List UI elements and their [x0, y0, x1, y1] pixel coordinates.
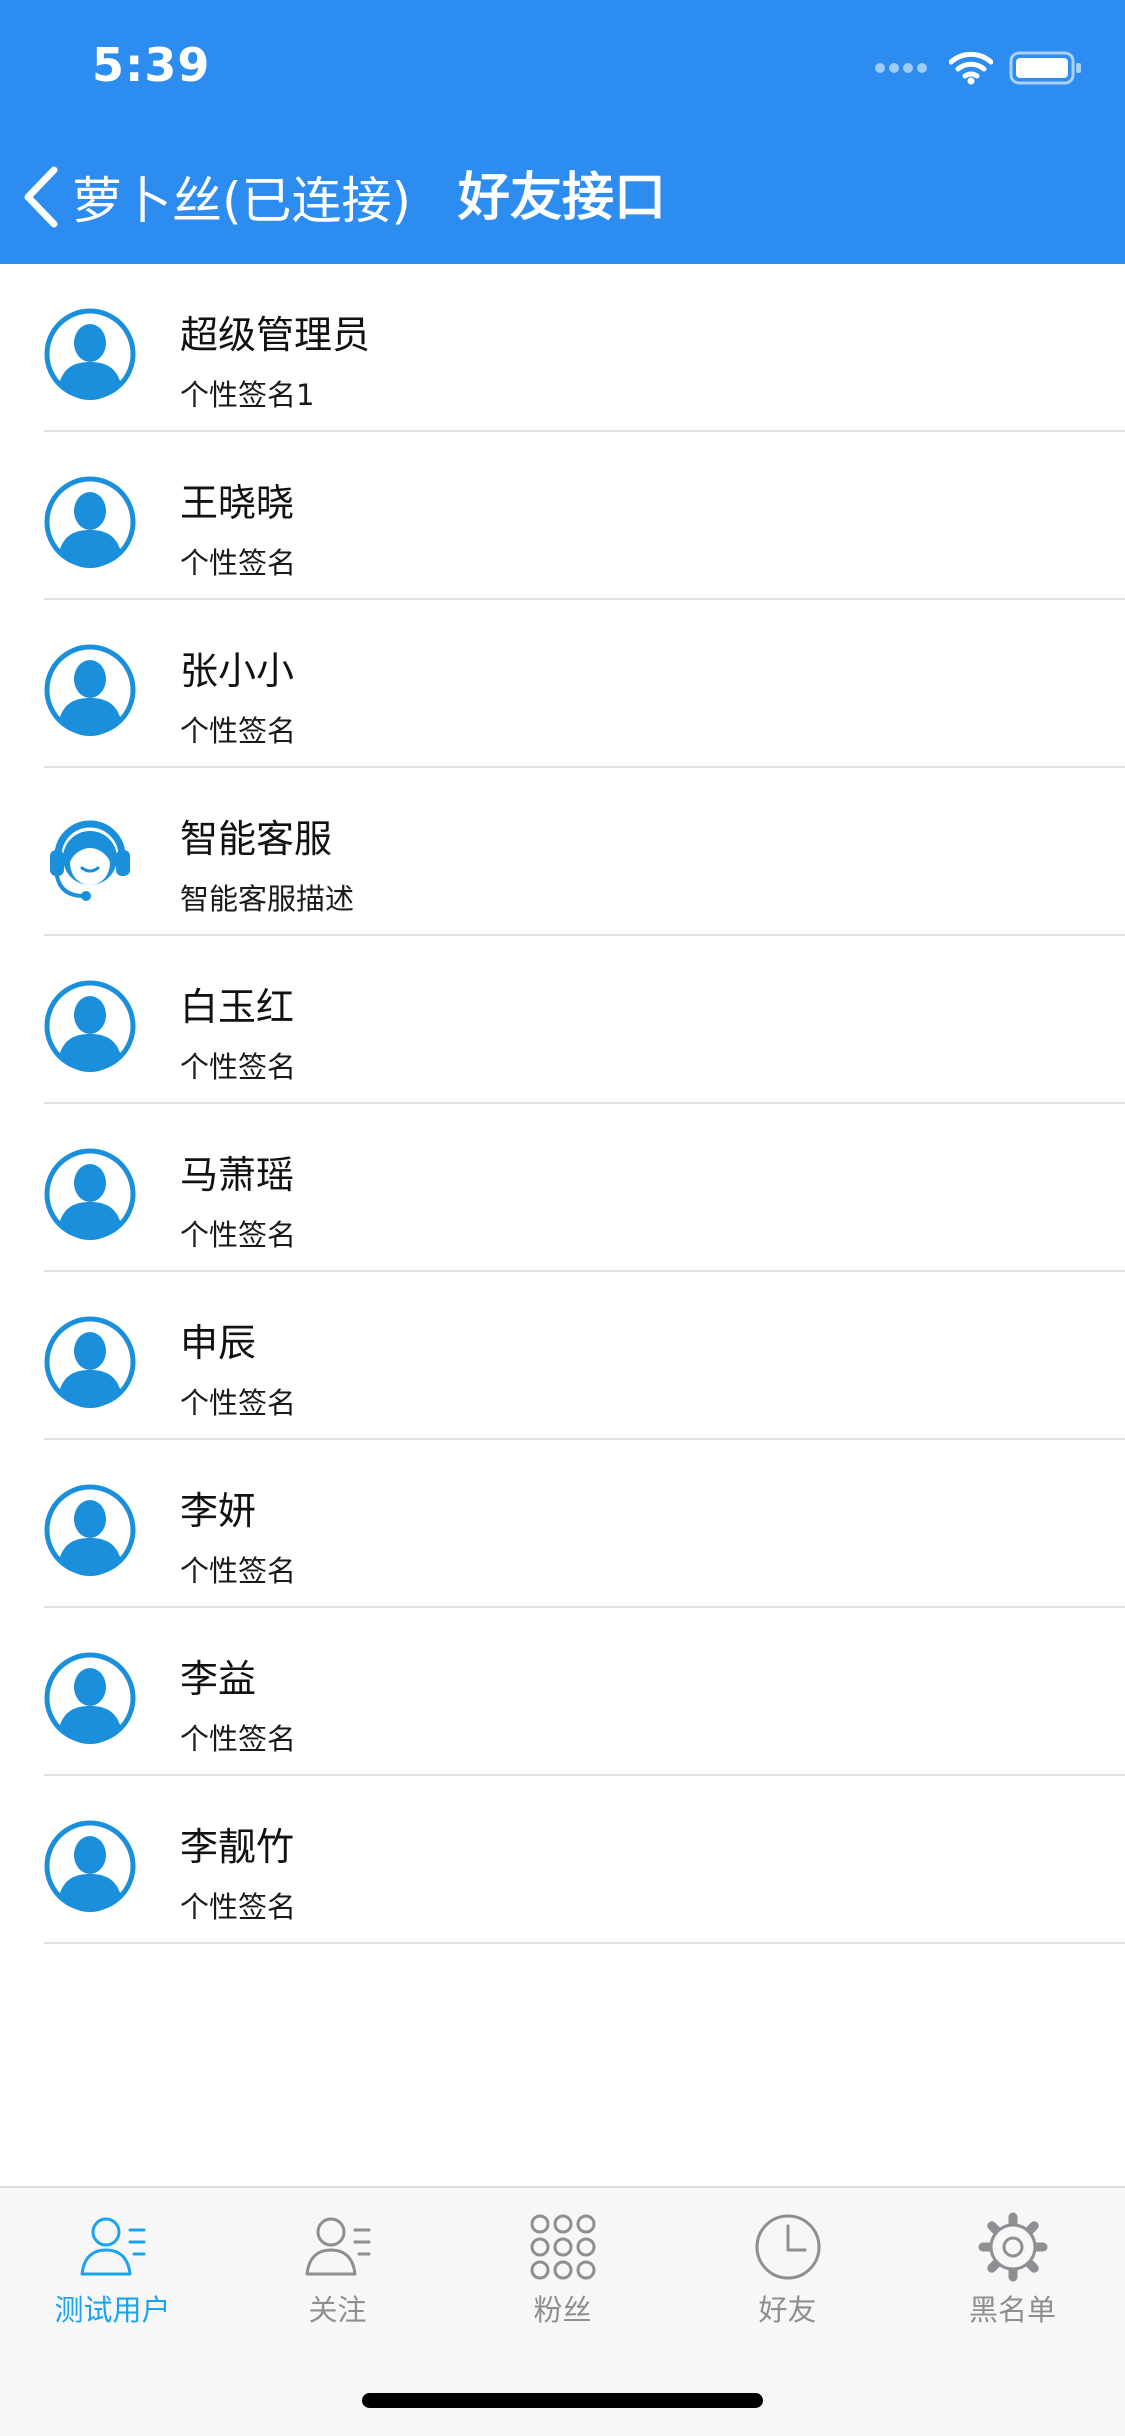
- tab-label: 测试用户: [54, 2293, 171, 2327]
- list-item[interactable]: 白玉红 个性签名: [0, 936, 1125, 1104]
- person-avatar-icon: [44, 1820, 136, 1913]
- tab-label: 粉丝: [533, 2293, 592, 2327]
- back-button-label: 萝卜丝(已连接): [72, 172, 412, 230]
- contact-signature: 个性签名: [180, 1386, 297, 1420]
- chevron-left-icon: [24, 166, 58, 228]
- gear-icon: [978, 2212, 1048, 2282]
- home-indicator: [362, 2393, 763, 2408]
- user-list-icon: [78, 2212, 148, 2282]
- person-avatar-icon: [44, 1148, 136, 1241]
- contact-name: 申辰: [180, 1321, 257, 1365]
- contact-signature: 个性签名: [180, 1890, 297, 1924]
- contact-signature: 个性签名: [180, 714, 297, 748]
- contact-name: 超级管理员: [180, 313, 371, 357]
- grid-dots-icon: [528, 2212, 598, 2282]
- contact-signature: 个性签名: [180, 1050, 297, 1084]
- person-avatar-icon: [44, 980, 136, 1073]
- contact-name: 马萧瑶: [180, 1153, 295, 1197]
- page-title: 好友接口: [458, 168, 667, 228]
- tab-item[interactable]: 关注: [225, 2188, 450, 2348]
- user-list-icon: [303, 2212, 373, 2282]
- person-avatar-icon: [44, 1652, 136, 1745]
- list-item[interactable]: 李妍 个性签名: [0, 1440, 1125, 1608]
- contact-signature: 个性签名: [180, 546, 297, 580]
- back-button[interactable]: 萝卜丝(已连接): [20, 160, 411, 234]
- person-avatar-icon: [44, 308, 136, 401]
- contact-signature: 个性签名: [180, 1554, 297, 1588]
- navigation-header: 5:39 萝卜丝(已连接) 好友接口: [0, 0, 1125, 264]
- contact-signature: 个性签名: [180, 1722, 297, 1756]
- list-item[interactable]: 智能客服智能客服描述: [0, 768, 1125, 936]
- clock-icon: [753, 2212, 823, 2282]
- contact-signature: 智能客服描述: [180, 882, 355, 916]
- status-indicators: [871, 46, 1083, 90]
- tab-item[interactable]: 好友: [675, 2188, 900, 2348]
- status-time: 5:39: [92, 38, 211, 92]
- contact-name: 白玉红: [180, 985, 295, 1029]
- list-item[interactable]: 超级管理员个性签名1: [0, 264, 1125, 432]
- person-avatar-icon: [44, 1316, 136, 1409]
- list-item[interactable]: 李靓竹 个性签名: [0, 1776, 1125, 1944]
- list-item[interactable]: 王晓晓 个性签名: [0, 432, 1125, 600]
- contact-signature: 个性签名: [180, 1218, 297, 1252]
- list-item[interactable]: 李益 个性签名: [0, 1608, 1125, 1776]
- app-screen: 5:39 萝卜丝(已连接) 好友接口 超级管理员 个性签名1 王晓晓 个性签名 …: [0, 0, 1125, 2436]
- person-avatar-icon: [44, 1484, 136, 1577]
- headset-agent-icon: [44, 812, 136, 904]
- contact-name: 王晓晓: [180, 481, 295, 525]
- contact-list: 超级管理员 个性签名1 王晓晓 个性签名 张小小 个性签名 智能客服 智能客服描述 白玉红 个性签…: [0, 264, 1125, 1944]
- person-avatar-icon: [44, 476, 136, 569]
- contact-signature: 个性签名1: [180, 378, 315, 412]
- list-item[interactable]: 申辰 个性签名: [0, 1272, 1125, 1440]
- wifi-icon: [949, 51, 993, 85]
- tab-label: 黑名单: [968, 2293, 1056, 2327]
- battery-icon: [1009, 51, 1081, 85]
- contact-name: 李靓竹: [180, 1825, 295, 1869]
- list-item[interactable]: 张小小 个性签名: [0, 600, 1125, 768]
- person-avatar-icon: [44, 644, 136, 737]
- tab-label: 关注: [308, 2293, 367, 2327]
- tab-item[interactable]: 粉丝: [450, 2188, 675, 2348]
- contact-name: 李妍: [180, 1489, 257, 1533]
- tab-item[interactable]: 黑名单: [900, 2188, 1125, 2348]
- list-item[interactable]: 马萧瑶 个性签名: [0, 1104, 1125, 1272]
- contact-name: 张小小: [180, 649, 295, 693]
- row-divider: [44, 1942, 1125, 1944]
- tab-item[interactable]: 测试用户: [0, 2188, 225, 2348]
- contact-name: 李益: [180, 1657, 257, 1701]
- cellular-signal-icon: [871, 63, 927, 73]
- contact-name: 智能客服: [180, 817, 333, 861]
- tab-label: 好友: [758, 2293, 817, 2327]
